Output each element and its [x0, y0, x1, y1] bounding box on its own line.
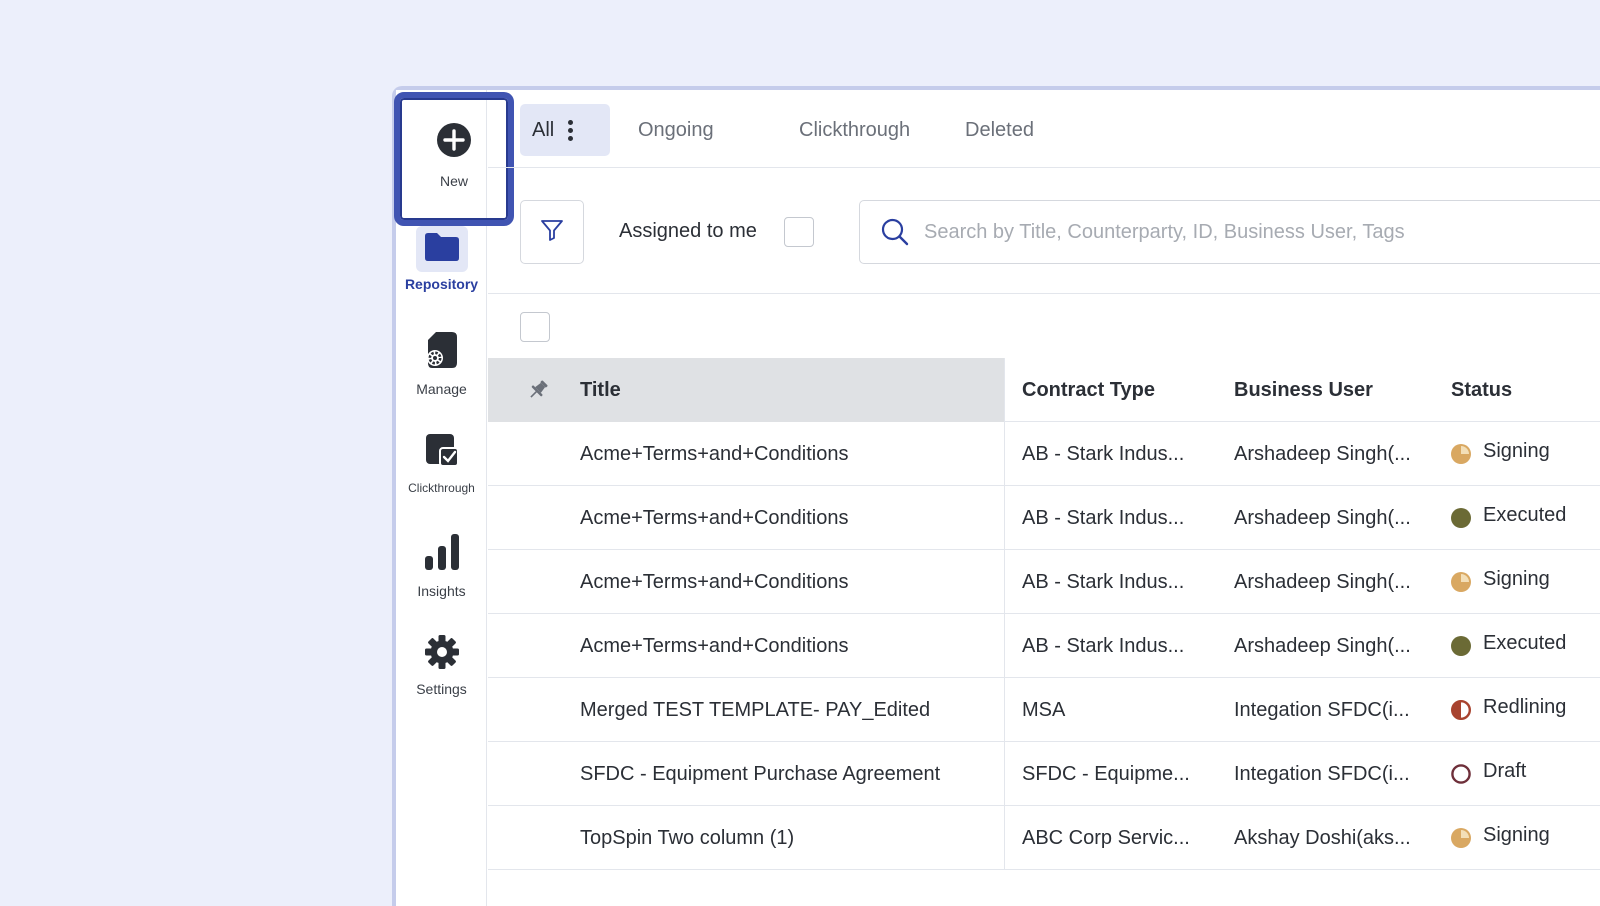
contracts-table: Title Contract Type Business User Status…: [488, 358, 1600, 870]
app-window: New Repository Manage Clickthrough Insig…: [392, 86, 1600, 906]
manage-document-gear-icon: [422, 330, 462, 375]
cell-title: Acme+Terms+and+Conditions: [580, 570, 849, 593]
table-header: Title Contract Type Business User Status: [488, 358, 1600, 422]
table-row[interactable]: Acme+Terms+and+Conditions AB - Stark Ind…: [488, 550, 1600, 614]
cell-title: SFDC - Equipment Purchase Agreement: [580, 762, 941, 785]
cell-contract-type: AB - Stark Indus...: [1022, 442, 1185, 465]
tab-ongoing[interactable]: Ongoing: [638, 104, 714, 156]
cell-contract-type: SFDC - Equipme...: [1022, 762, 1190, 785]
cell-status: Signing: [1451, 806, 1550, 870]
plus-circle-icon: [436, 122, 472, 163]
tab-all[interactable]: All: [520, 104, 610, 156]
cell-status: Signing: [1451, 550, 1550, 614]
search-input[interactable]: [924, 220, 1600, 244]
cell-business-user: Integation SFDC(i...: [1234, 762, 1410, 785]
cell-business-user: Arshadeep Singh(...: [1234, 634, 1411, 657]
tab-label: All: [532, 118, 555, 141]
cell-contract-type: AB - Stark Indus...: [1022, 506, 1185, 529]
cell-title: Acme+Terms+and+Conditions: [580, 442, 849, 465]
cell-contract-type: ABC Corp Servic...: [1022, 826, 1190, 849]
cell-title: Acme+Terms+and+Conditions: [580, 634, 849, 657]
tab-bar: All Ongoing Clickthrough Deleted: [488, 90, 1600, 168]
status-signing-icon: [1451, 572, 1471, 592]
status-label: Signing: [1483, 439, 1550, 462]
search-box[interactable]: [859, 200, 1600, 264]
tab-clickthrough[interactable]: Clickthrough: [799, 104, 910, 156]
sidebar-item-repository[interactable]: Repository: [396, 226, 487, 292]
cell-status: Signing: [1451, 422, 1550, 486]
status-executed-icon: [1451, 636, 1471, 656]
status-label: Executed: [1483, 503, 1567, 526]
bar-chart-icon: [422, 532, 462, 577]
cell-business-user: Arshadeep Singh(...: [1234, 506, 1411, 529]
new-label: New: [439, 173, 468, 189]
cell-business-user: Arshadeep Singh(...: [1234, 570, 1411, 593]
sidebar-item-insights[interactable]: Insights: [396, 532, 487, 599]
table-row[interactable]: Acme+Terms+and+Conditions AB - Stark Ind…: [488, 614, 1600, 678]
table-row[interactable]: SFDC - Equipment Purchase Agreement SFDC…: [488, 742, 1600, 806]
tab-deleted[interactable]: Deleted: [965, 104, 1034, 156]
column-header-title[interactable]: Title: [580, 358, 621, 422]
cell-business-user: Integation SFDC(i...: [1234, 698, 1410, 721]
table-row[interactable]: TopSpin Two column (1) ABC Corp Servic..…: [488, 806, 1600, 870]
sidebar-item-label: Clickthrough: [408, 481, 475, 495]
table-row[interactable]: Acme+Terms+and+Conditions AB - Stark Ind…: [488, 422, 1600, 486]
sidebar-item-label: Manage: [416, 381, 467, 397]
tab-label: Clickthrough: [799, 118, 911, 141]
more-vertical-icon[interactable]: [568, 119, 574, 141]
cell-status: Executed: [1451, 486, 1566, 550]
sidebar-item-settings[interactable]: Settings: [396, 634, 487, 697]
search-icon: [880, 217, 910, 247]
assigned-to-me-checkbox[interactable]: [784, 217, 814, 247]
pin-icon[interactable]: [526, 378, 550, 407]
status-signing-icon: [1451, 444, 1471, 464]
sidebar-item-label: Insights: [417, 583, 466, 599]
cell-title: Merged TEST TEMPLATE- PAY_Edited: [580, 698, 931, 721]
cell-business-user: Arshadeep Singh(...: [1234, 442, 1411, 465]
clickthrough-check-icon: [422, 430, 462, 475]
column-header-status[interactable]: Status: [1451, 358, 1512, 422]
status-redlining-icon: [1451, 700, 1471, 720]
sidebar-item-clickthrough[interactable]: Clickthrough: [396, 430, 487, 495]
cell-contract-type: AB - Stark Indus...: [1022, 570, 1185, 593]
cell-contract-type: MSA: [1022, 698, 1066, 721]
tab-label: Deleted: [965, 118, 1034, 141]
status-label: Signing: [1483, 823, 1550, 846]
status-label: Draft: [1483, 759, 1527, 782]
table-row[interactable]: Merged TEST TEMPLATE- PAY_Edited MSA Int…: [488, 678, 1600, 742]
cell-business-user: Akshay Doshi(aks...: [1234, 826, 1411, 849]
column-header-business-user[interactable]: Business User: [1234, 358, 1373, 422]
status-draft-icon: [1451, 764, 1471, 784]
cell-title: TopSpin Two column (1): [580, 826, 795, 849]
cell-contract-type: AB - Stark Indus...: [1022, 634, 1185, 657]
assigned-to-me-label: Assigned to me: [619, 220, 757, 242]
cell-status: Executed: [1451, 614, 1566, 678]
select-all-checkbox[interactable]: [520, 312, 550, 342]
sidebar-item-manage[interactable]: Manage: [396, 330, 487, 397]
sidebar-item-label: Repository: [404, 276, 479, 292]
divider: [488, 293, 1600, 294]
cell-status: Redlining: [1451, 678, 1566, 742]
column-header-contract-type[interactable]: Contract Type: [1022, 358, 1155, 422]
folder-icon: [424, 232, 460, 267]
tab-label: Ongoing: [638, 118, 714, 141]
sidebar-item-label: Settings: [416, 681, 467, 697]
status-label: Executed: [1483, 631, 1567, 654]
cell-title: Acme+Terms+and+Conditions: [580, 506, 849, 529]
filter-icon: [540, 218, 564, 247]
status-signing-icon: [1451, 828, 1471, 848]
status-label: Redlining: [1483, 695, 1567, 718]
filter-button[interactable]: [520, 200, 584, 264]
gear-icon: [424, 634, 460, 675]
status-label: Signing: [1483, 567, 1550, 590]
cell-status: Draft: [1451, 742, 1526, 806]
status-executed-icon: [1451, 508, 1471, 528]
table-row[interactable]: Acme+Terms+and+Conditions AB - Stark Ind…: [488, 486, 1600, 550]
sidebar: New Repository Manage Clickthrough Insig…: [394, 90, 514, 906]
